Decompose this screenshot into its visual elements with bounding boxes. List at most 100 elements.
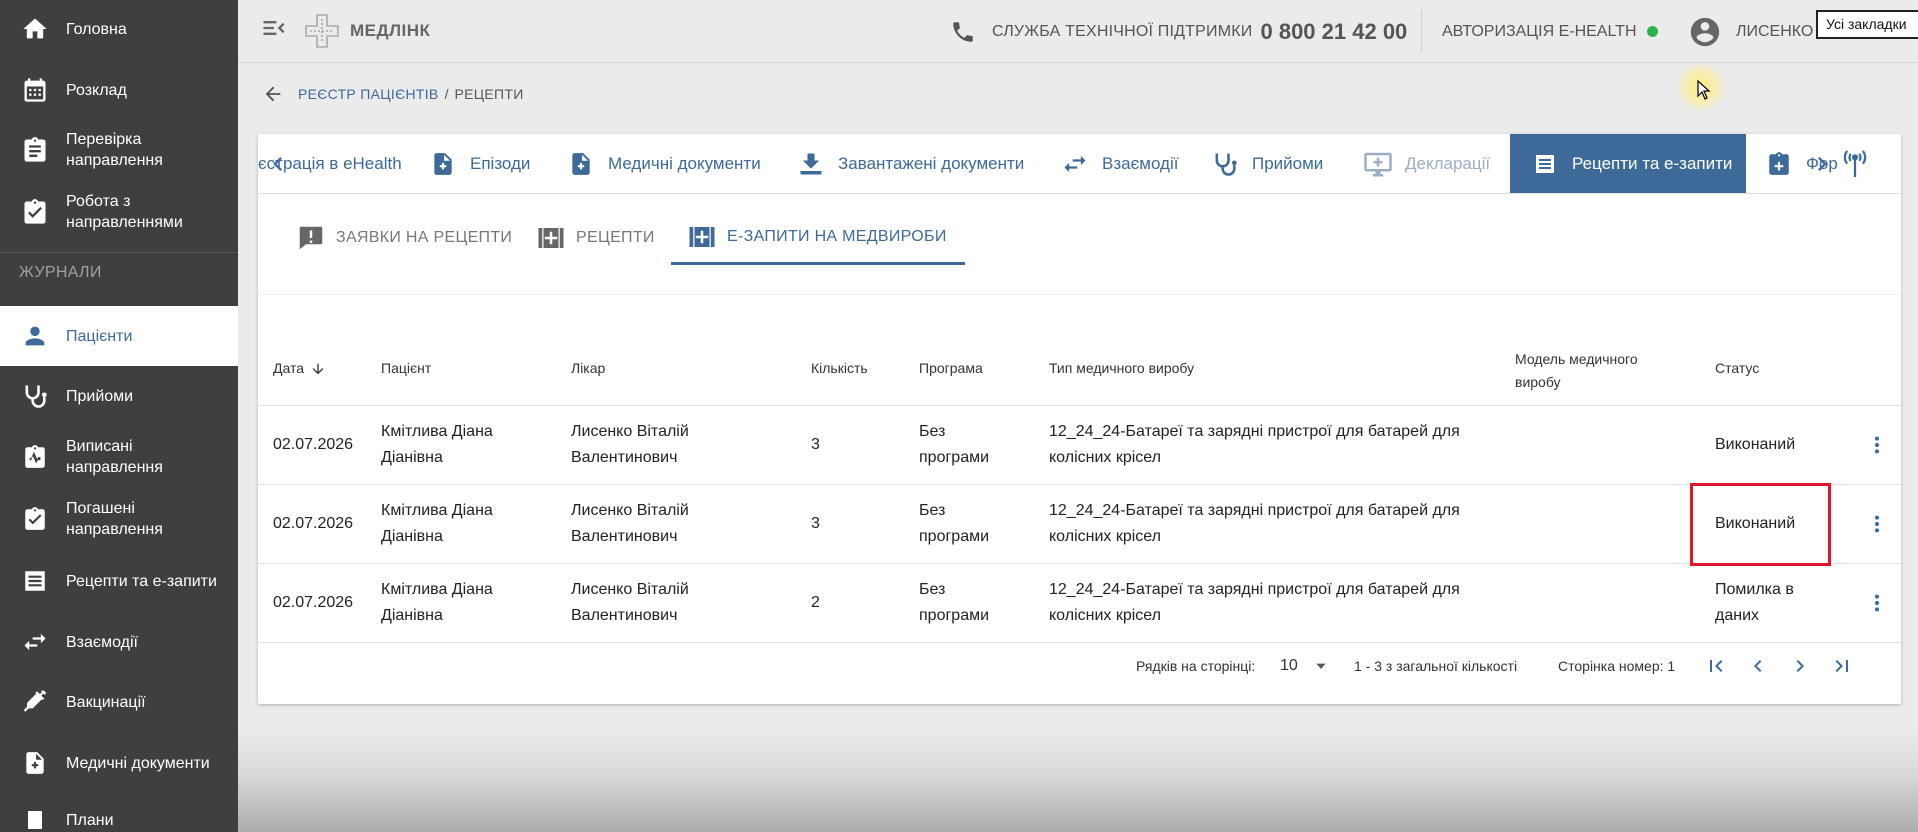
clipboard-list-icon — [20, 197, 50, 227]
sidebar-item-plans[interactable]: Плани — [0, 800, 238, 832]
sidebar-item-label: Рецепти та е-запити — [66, 572, 217, 590]
column-header-patient[interactable]: Пацієнт — [381, 357, 431, 380]
support-label: СЛУЖБА ТЕХНІЧНОЇ ПІДТРИМКИ — [992, 22, 1253, 40]
rows-per-page-value: 10 — [1280, 657, 1298, 674]
phone-icon — [950, 19, 976, 45]
user-menu[interactable]: ЛИСЕНКО — [1688, 0, 1813, 63]
cell-date: 02.07.2026 — [273, 594, 354, 611]
sidebar-item-medical-documents[interactable]: Медичні документи — [0, 737, 238, 789]
chevron-down-icon — [1314, 659, 1328, 673]
bookmarks-tooltip: Усі закладки — [1816, 10, 1918, 39]
tab-declarations[interactable]: Декларації — [1363, 134, 1490, 193]
auth-label: АВТОРИЗАЦІЯ E-HEALTH — [1442, 22, 1637, 40]
table-row[interactable]: 02.07.2026 Кмітлива Діана Діанівна Лисен… — [258, 564, 1901, 643]
sidebar-item-home[interactable]: Головна — [0, 0, 238, 58]
tab-prescriptions[interactable]: Рецепти та е-запити — [1510, 134, 1746, 193]
monitor-plus-icon — [1363, 149, 1393, 179]
sidebar-item-label: Медичні документи — [66, 754, 210, 772]
sidebar-item-schedule[interactable]: Розклад — [0, 64, 238, 116]
subtab-prescriptions[interactable]: РЕЦЕПТИ — [536, 211, 655, 265]
receipt-icon — [1530, 149, 1560, 179]
sidebar-item-interactions[interactable]: Взаємодії — [0, 618, 238, 666]
download-icon — [796, 149, 826, 179]
cell-patient: Кмітлива Діана Діанівна — [381, 581, 493, 624]
tab-interactions[interactable]: Взаємодії — [1060, 134, 1179, 193]
column-header-status[interactable]: Статус — [1715, 357, 1759, 380]
column-header-device-type[interactable]: Тип медичного виробу — [1049, 357, 1194, 380]
sidebar-item-referrals[interactable]: Робота з направленнями — [0, 186, 238, 238]
mouse-cursor-icon — [1697, 80, 1711, 100]
cell-date: 02.07.2026 — [273, 436, 354, 453]
document-plus-icon — [428, 149, 458, 179]
sidebar-item-check-referral[interactable]: Перевірка направлення — [0, 124, 238, 176]
sidebar-item-label: Вакцинації — [66, 693, 146, 711]
breadcrumb-patients-link[interactable]: РЕЄСТР ПАЦІЄНТІВ — [298, 86, 439, 102]
sidebar-item-label: Погашені направлення — [66, 500, 163, 538]
sidebar-item-issued-referrals[interactable]: Виписані направлення — [0, 431, 238, 483]
tab-uploaded-documents[interactable]: Завантажені документи — [796, 134, 1024, 193]
cell-doctor: Лисенко Віталій Валентинович — [571, 502, 689, 545]
sidebar-item-appointments[interactable]: Прийоми — [0, 372, 238, 420]
subtab-label: Е-ЗАПИТИ НА МЕДВИРОБИ — [727, 227, 947, 245]
column-header-device-model[interactable]: Модель медичного виробу — [1515, 348, 1655, 394]
subtab-label: РЕЦЕПТИ — [576, 229, 655, 246]
sidebar-item-redeemed-referrals[interactable]: Погашені направлення — [0, 493, 238, 545]
page-range: 1 - 3 з загальної кількості — [1354, 658, 1518, 674]
cell-quantity: 3 — [811, 436, 820, 453]
account-icon — [1688, 15, 1722, 49]
cell-status: Помилка в даних — [1715, 581, 1794, 624]
support-phone: 0 800 21 42 00 — [1260, 18, 1408, 44]
first-page-icon[interactable] — [1704, 654, 1728, 678]
table-row[interactable]: 02.07.2026 Кмітлива Діана Діанівна Лисен… — [258, 485, 1901, 564]
sidebar-item-label: Плани — [66, 811, 114, 829]
calendar-icon — [20, 75, 50, 105]
prev-page-icon[interactable] — [1746, 654, 1770, 678]
medical-box-icon — [536, 223, 566, 253]
table-row[interactable]: 02.07.2026 Кмітлива Діана Діанівна Лисен… — [258, 406, 1901, 485]
row-menu-icon[interactable] — [1866, 592, 1888, 614]
sort-down-icon — [310, 361, 326, 377]
tab-appointments[interactable]: Прийоми — [1210, 134, 1323, 193]
column-header-program[interactable]: Програма — [919, 357, 983, 380]
menu-collapse-icon[interactable] — [260, 14, 288, 42]
column-header-quantity[interactable]: Кількість — [811, 357, 868, 380]
broadcast-icon[interactable] — [1838, 146, 1872, 180]
sidebar-item-label: Перевірка направлення — [66, 131, 163, 169]
back-arrow-icon[interactable] — [262, 83, 284, 105]
column-header-date[interactable]: Дата — [273, 357, 326, 380]
logo[interactable]: МЕДЛІНК — [302, 10, 430, 52]
cell-patient: Кмітлива Діана Діанівна — [381, 423, 493, 466]
subtab-device-erequests[interactable]: Е-ЗАПИТИ НА МЕДВИРОБИ — [671, 211, 965, 265]
user-name: ЛИСЕНКО — [1736, 22, 1814, 40]
next-page-icon[interactable] — [1788, 654, 1812, 678]
support-info: СЛУЖБА ТЕХНІЧНОЇ ПІДТРИМКИ 0 800 21 42 0… — [950, 0, 1407, 63]
sidebar-section-journals: ЖУРНАЛИ — [19, 264, 102, 281]
row-menu-icon[interactable] — [1866, 434, 1888, 456]
last-page-icon[interactable] — [1830, 654, 1854, 678]
medical-box-icon — [687, 222, 717, 252]
cell-doctor: Лисенко Віталій Валентинович — [571, 581, 689, 624]
ehealth-auth[interactable]: АВТОРИЗАЦІЯ E-HEALTH — [1442, 0, 1658, 63]
sidebar-item-patients[interactable]: Пацієнти — [0, 306, 238, 366]
breadcrumb-current: РЕЦЕПТИ — [454, 86, 524, 102]
cell-device-type: 12_24_24-Батареї та зарядні пристрої для… — [1049, 581, 1460, 624]
tab-label: Взаємодії — [1102, 154, 1179, 173]
section-divider — [258, 294, 1901, 295]
rows-per-page-select[interactable]: 10 — [1280, 657, 1328, 675]
sidebar-item-label: Робота з направленнями — [66, 193, 183, 231]
sidebar-item-prescriptions[interactable]: Рецепти та е-запити — [0, 555, 238, 607]
sidebar-item-vaccinations[interactable]: Вакцинації — [0, 678, 238, 726]
swap-icon — [1060, 149, 1090, 179]
stethoscope-icon — [20, 381, 50, 411]
column-header-doctor[interactable]: Лікар — [571, 357, 605, 380]
cell-quantity: 3 — [811, 515, 820, 532]
tab-medical-documents[interactable]: Медичні документи — [566, 134, 761, 193]
bottom-shadow-overlay — [238, 730, 1918, 832]
sidebar-divider — [0, 252, 238, 253]
tab-episodes[interactable]: Епізоди — [428, 134, 530, 193]
cell-date: 02.07.2026 — [273, 515, 354, 532]
tabs-scroll-left-icon[interactable] — [264, 150, 292, 178]
row-menu-icon[interactable] — [1866, 513, 1888, 535]
tabs-scroll-right-icon[interactable] — [1808, 150, 1836, 178]
subtab-prescription-requests[interactable]: ЗАЯВКИ НА РЕЦЕПТИ — [296, 211, 512, 265]
